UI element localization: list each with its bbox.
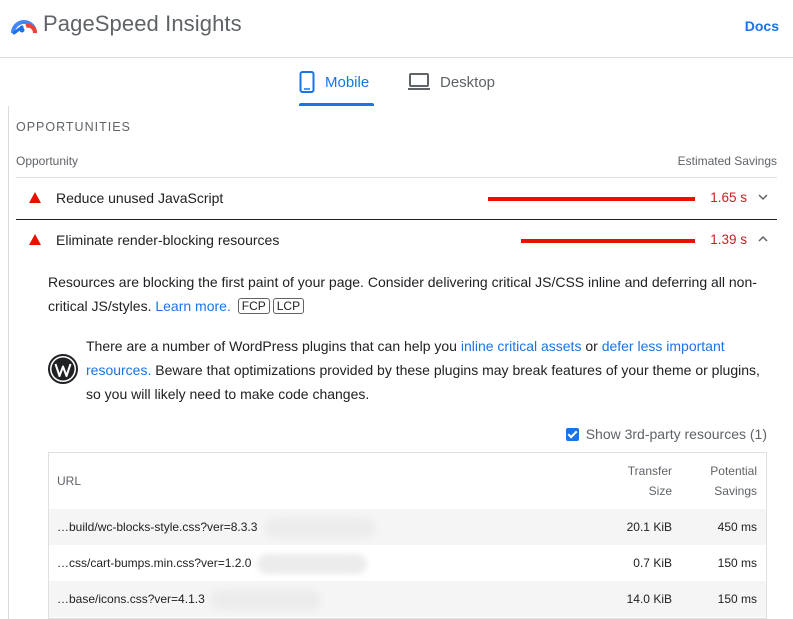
transfer-size: 0.7 KiB [633, 556, 672, 570]
resource-url[interactable]: …css/cart-bumps.min.css?ver=1.2.0 [57, 556, 251, 570]
table-row[interactable]: …base/icons.css?ver=4.1.3 14.0 KiB 150 m… [49, 581, 766, 617]
header-line: Size [648, 484, 672, 498]
device-tabs: Mobile Desktop [0, 58, 793, 106]
opportunity-title: Reduce unused JavaScript [56, 190, 224, 206]
third-party-label: Show 3rd-party resources (1) [585, 426, 767, 442]
chevron-up-icon [758, 235, 768, 242]
transfer-size-header: Transfer Size [628, 461, 672, 501]
resource-url[interactable]: …build/wc-blocks-style.css?ver=8.3.3 [57, 520, 257, 534]
potential-savings: 150 ms [717, 592, 757, 606]
app-title: PageSpeed Insights [43, 11, 242, 36]
resource-url[interactable]: …base/icons.css?ver=4.1.3 [57, 592, 205, 606]
tab-mobile[interactable]: Mobile [299, 58, 374, 106]
wordpress-icon [48, 354, 78, 384]
fail-triangle-icon [29, 192, 41, 203]
pagespeed-logo-icon [11, 20, 37, 35]
savings-column-header: Estimated Savings [677, 154, 777, 168]
tab-desktop[interactable]: Desktop [408, 58, 495, 106]
opportunity-render-blocking[interactable]: Eliminate render-blocking resources 1.39… [16, 220, 777, 260]
chevron-down-icon [758, 194, 768, 201]
monitor-icon [408, 73, 430, 90]
redacted-host [257, 554, 367, 574]
opportunity-reduce-unused-js[interactable]: Reduce unused JavaScript 1.65 s [16, 178, 777, 218]
savings-value: 1.65 s [710, 190, 747, 205]
transfer-size: 20.1 KiB [626, 520, 672, 534]
inline-critical-assets-link[interactable]: inline critical assets [461, 338, 582, 354]
redacted-host [211, 590, 321, 610]
lcp-chip[interactable]: LCP [272, 298, 305, 314]
opportunity-description: Resources are blocking the first paint o… [48, 270, 768, 318]
header-line: Savings [714, 484, 757, 498]
redacted-host [265, 518, 375, 538]
fail-triangle-icon [29, 234, 41, 245]
wordpress-stack-pack-text: There are a number of WordPress plugins … [86, 334, 766, 406]
header-line: Transfer [627, 464, 672, 478]
savings-bar [521, 239, 695, 243]
transfer-size: 14.0 KiB [626, 592, 672, 606]
opportunity-column-header: Opportunity [16, 154, 79, 168]
third-party-toggle[interactable]: Show 3rd-party resources (1) [565, 426, 767, 442]
opportunity-title: Eliminate render-blocking resources [56, 232, 280, 248]
potential-savings-header: Potential Savings [710, 461, 757, 501]
app-header: PageSpeed Insights Docs [0, 0, 793, 58]
resources-table: URL Transfer Size Potential Savings …bui… [48, 452, 767, 619]
wp-text-part: Beware that optimizations provided by th… [86, 362, 760, 402]
wp-text-part: or [585, 338, 598, 354]
url-column-header: URL [57, 474, 82, 488]
tab-mobile-label: Mobile [325, 73, 370, 91]
table-row[interactable]: …css/cart-bumps.min.css?ver=1.2.0 0.7 Ki… [49, 545, 766, 581]
header-line: Potential [710, 464, 757, 478]
savings-value: 1.39 s [710, 232, 747, 247]
docs-link[interactable]: Docs [745, 18, 779, 34]
opportunities-heading: OPPORTUNITIES [16, 120, 131, 134]
learn-more-link[interactable]: Learn more. [155, 298, 230, 314]
table-row[interactable]: …build/wc-blocks-style.css?ver=8.3.3 20.… [49, 509, 766, 545]
savings-bar [488, 197, 695, 201]
tab-desktop-label: Desktop [440, 73, 496, 91]
fcp-chip[interactable]: FCP [237, 298, 270, 314]
third-party-checkbox[interactable] [565, 427, 579, 441]
smartphone-icon [299, 71, 315, 93]
potential-savings: 450 ms [717, 520, 757, 534]
potential-savings: 150 ms [717, 556, 757, 570]
wp-text-part: There are a number of WordPress plugins … [86, 338, 457, 354]
